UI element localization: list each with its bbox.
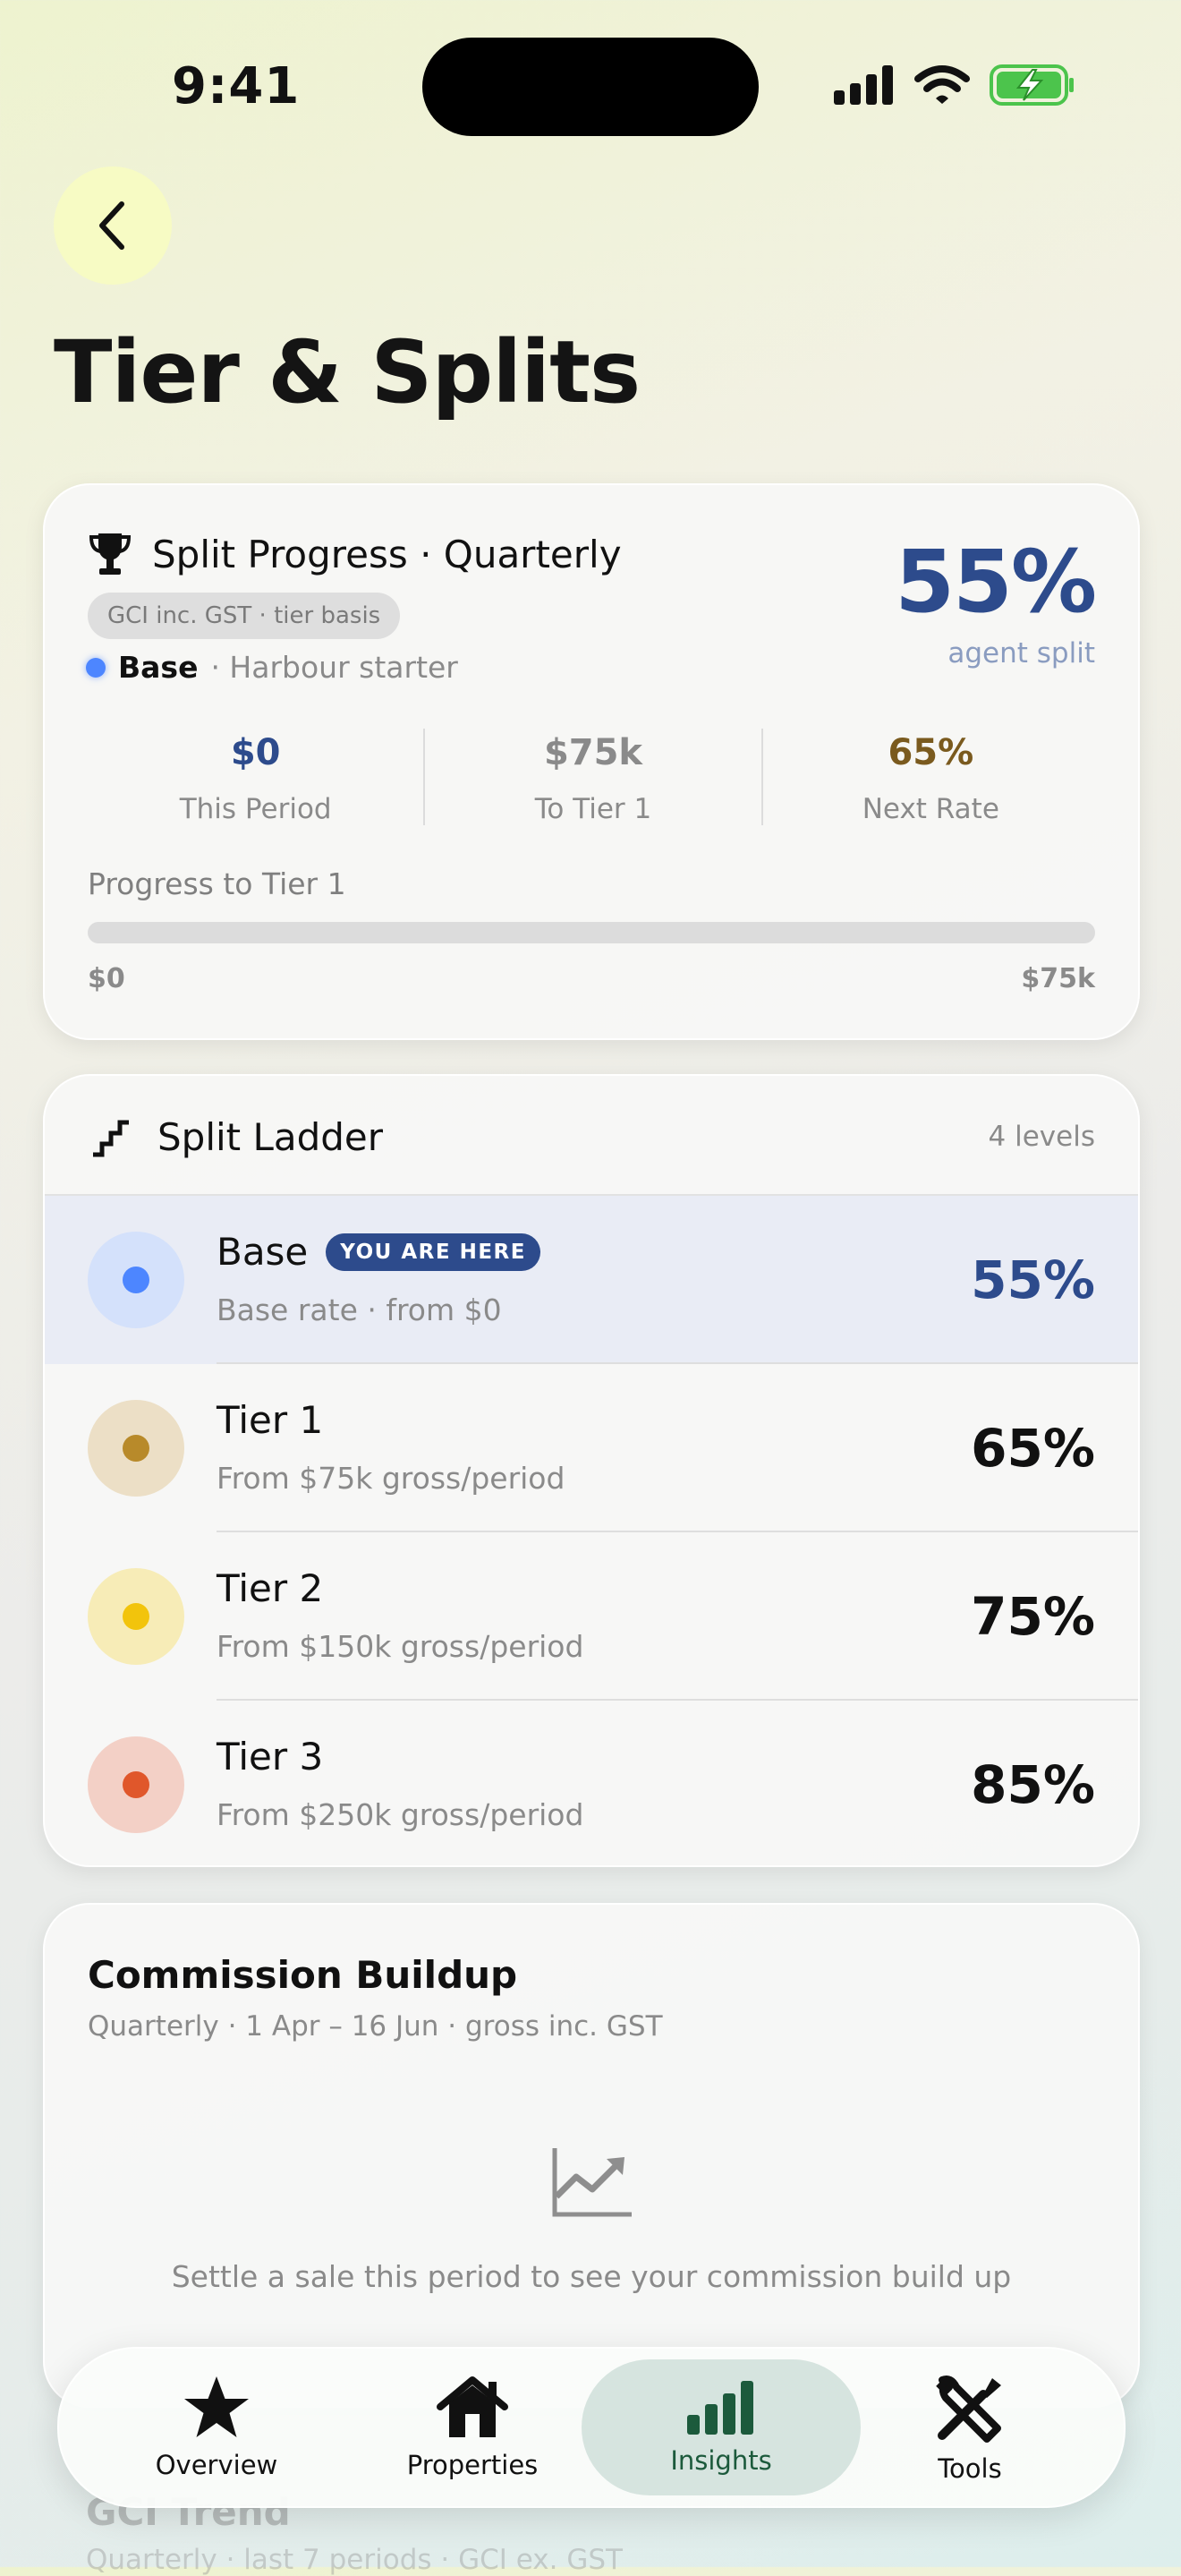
tier-dot (123, 1603, 149, 1630)
split-ladder-count: 4 levels (988, 1121, 1095, 1153)
commission-buildup-card: Commission Buildup Quarterly · 1 Apr – 1… (43, 1903, 1140, 2408)
star-icon (184, 2376, 249, 2437)
tab-label: Overview (155, 2450, 278, 2480)
tab-tools[interactable]: Tools (830, 2359, 1109, 2495)
battery-charging-icon (990, 64, 1074, 106)
stat-this-period: $0 This Period (88, 729, 426, 825)
tier-name-row: Tier 1 (217, 1398, 323, 1442)
tier-name: Tier 3 (217, 1735, 324, 1778)
tier-name: Tier 2 (217, 1566, 324, 1610)
tier-dot (123, 1771, 149, 1798)
progress-bar (88, 922, 1095, 943)
status-bar: 9:41 (0, 0, 1181, 161)
tier-dot (123, 1435, 149, 1462)
current-tier-name: Base (118, 650, 199, 685)
stat-value: 65% (888, 732, 974, 773)
house-icon (437, 2376, 508, 2437)
tier-percentage: 75% (971, 1586, 1095, 1647)
split-ladder-title: Split Ladder (157, 1115, 384, 1159)
tier-indicator (88, 1232, 184, 1328)
tier-name: Base (217, 1230, 309, 1274)
wifi-icon (914, 65, 970, 104)
stat-next-rate: 65% Next Rate (763, 729, 1099, 825)
back-button[interactable] (54, 166, 172, 285)
tier-indicator (88, 1736, 184, 1833)
split-progress-header: Split Progress · Quarterly (89, 532, 622, 576)
tier-indicator (88, 1400, 184, 1497)
progress-bar-label: Progress to Tier 1 (88, 866, 346, 901)
status-time: 9:41 (172, 57, 301, 115)
tier-description: From $150k gross/period (217, 1629, 584, 1664)
ladder-rung-tier-1[interactable]: Tier 1 From $75k gross/period 65% (45, 1364, 1138, 1532)
agent-split-value: 55% (895, 532, 1097, 632)
stat-label: To Tier 1 (534, 793, 652, 825)
status-icons (834, 64, 1075, 106)
stat-value: $75k (543, 732, 643, 773)
current-tier-line: Base · Harbour starter (86, 650, 458, 685)
tier-name-row: Tier 2 (217, 1566, 323, 1610)
commission-empty-state: Settle a sale this period to see your co… (171, 2259, 1012, 2294)
commission-buildup-title: Commission Buildup (88, 1953, 518, 1997)
split-progress-title: Split Progress · Quarterly (152, 532, 622, 576)
current-tier-subtitle: · Harbour starter (210, 650, 458, 685)
gci-trend-subtitle: Quarterly · last 7 periods · GCI ex. GST (86, 2544, 623, 2576)
tier-name-row: Base YOU ARE HERE (217, 1230, 540, 1274)
bar-chart-icon (687, 2381, 753, 2435)
progress-stats: $0 This Period $75k To Tier 1 65% Next R… (88, 729, 1099, 825)
tab-overview[interactable]: Overview (77, 2359, 356, 2495)
page-title: Tier & Splits (54, 322, 641, 422)
split-ladder-card: Split Ladder 4 levels Base YOU ARE HERE … (43, 1074, 1140, 1867)
progress-max: $75k (1021, 963, 1095, 994)
tab-properties[interactable]: Properties (333, 2359, 612, 2495)
tier-description: From $75k gross/period (217, 1461, 565, 1496)
chevron-left-icon (99, 201, 124, 250)
tab-label: Tools (938, 2453, 1002, 2484)
tier-description: From $250k gross/period (217, 1797, 584, 1832)
tier-indicator (88, 1568, 184, 1665)
tier-name-row: Tier 3 (217, 1735, 323, 1778)
trophy-icon (89, 533, 131, 575)
progress-min: $0 (88, 963, 125, 994)
tier-description: Base rate · from $0 (217, 1292, 502, 1327)
ladder-rung-base[interactable]: Base YOU ARE HERE Base rate · from $0 55… (45, 1196, 1138, 1364)
commission-buildup-subtitle: Quarterly · 1 Apr – 16 Jun · gross inc. … (88, 2010, 663, 2043)
stat-label: Next Rate (862, 793, 999, 825)
stairs-icon (93, 1120, 129, 1157)
cellular-signal-icon (834, 65, 893, 105)
stat-value: $0 (230, 732, 281, 773)
ladder-rung-tier-2[interactable]: Tier 2 From $150k gross/period 75% (45, 1532, 1138, 1701)
tab-label: Properties (406, 2450, 539, 2480)
split-progress-card: Split Progress · Quarterly GCI inc. GST … (43, 483, 1140, 1040)
ladder-rung-tier-3[interactable]: Tier 3 From $250k gross/period 85% (45, 1701, 1138, 1865)
tier-percentage: 85% (971, 1754, 1095, 1815)
stat-label: This Period (179, 793, 332, 825)
trend-chart-icon (552, 2148, 632, 2217)
tier-percentage: 55% (971, 1250, 1095, 1310)
current-tier-dot (86, 657, 106, 678)
tab-label: Insights (670, 2445, 772, 2476)
split-ladder-header: Split Ladder 4 levels (45, 1076, 1138, 1196)
tab-bar: Overview Properties Insights Tools (57, 2347, 1126, 2508)
wrench-screwdriver-icon (936, 2375, 1001, 2443)
tier-name: Tier 1 (217, 1398, 324, 1442)
tier-basis-pill: GCI inc. GST · tier basis (88, 593, 401, 639)
you-are-here-badge: YOU ARE HERE (326, 1233, 540, 1271)
agent-split-label: agent split (947, 637, 1095, 670)
tab-insights[interactable]: Insights (582, 2359, 861, 2495)
stat-to-tier-1: $75k To Tier 1 (425, 729, 763, 825)
dynamic-island (422, 38, 759, 136)
tier-dot (123, 1267, 149, 1293)
tier-percentage: 65% (971, 1418, 1095, 1479)
